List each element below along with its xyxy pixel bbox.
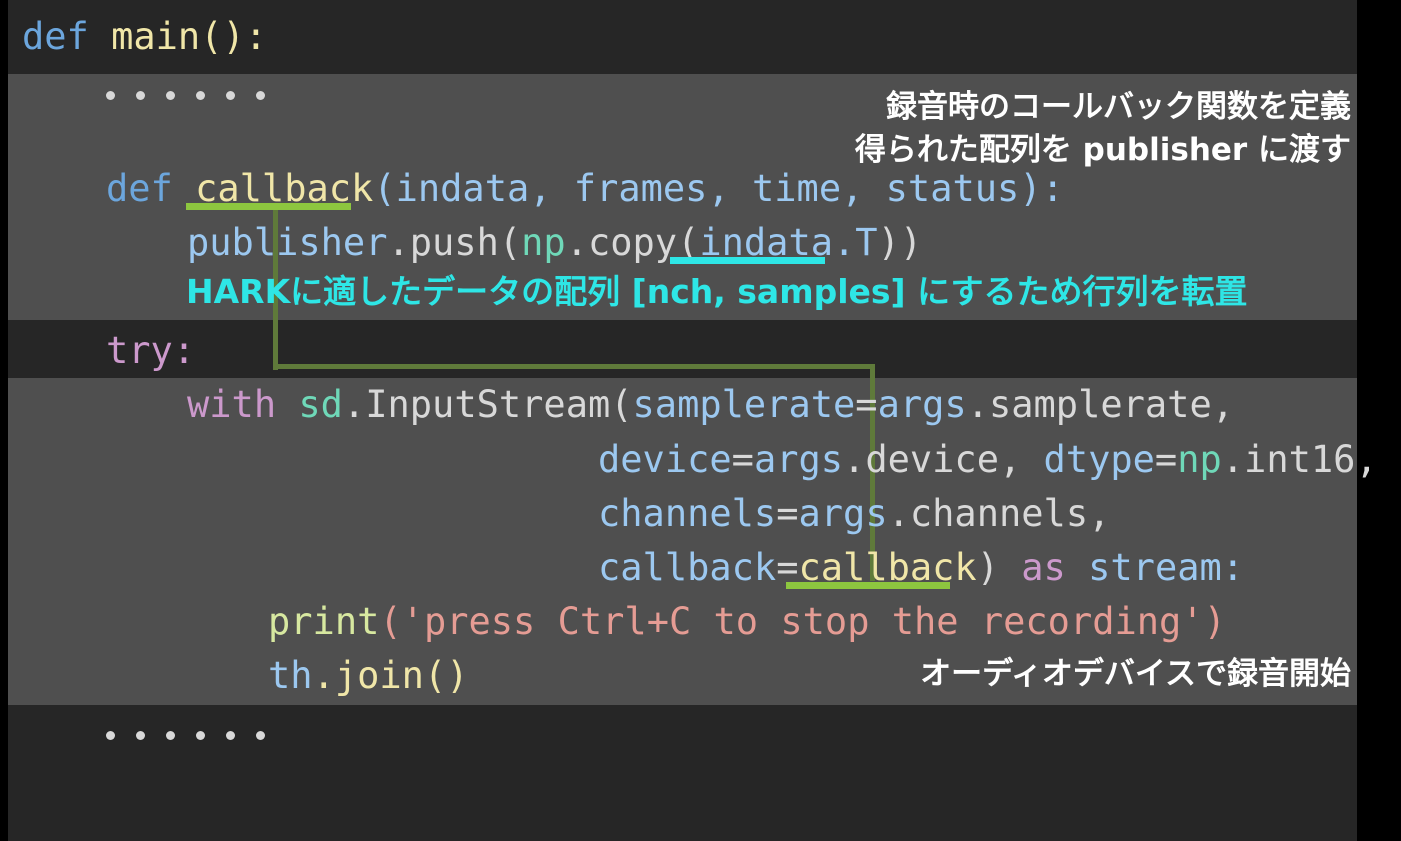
dot: [196, 91, 205, 100]
dot: [166, 731, 175, 740]
ellipsis-top: [106, 91, 265, 100]
annotation-callback-definition-line1: 録音時のコールバック関数を定義: [886, 88, 1351, 126]
kwarg-channels: channels: [598, 492, 776, 535]
underline-indata-transpose: [670, 257, 825, 264]
closing-parens: )): [878, 221, 923, 264]
keyword-with: with: [187, 383, 276, 426]
dot: [136, 91, 145, 100]
underline-callback-definition: [186, 203, 351, 210]
underline-callback-reference: [786, 582, 950, 589]
string-literal: 'press Ctrl+C to stop the recording': [402, 600, 1204, 643]
code-line-th-join: th.join(): [268, 657, 469, 694]
kwarg-callback: callback: [598, 546, 776, 589]
closing-paren: ): [977, 546, 1022, 589]
kwarg-dtype: dtype: [1044, 438, 1155, 481]
code-line-def-main: def main():: [22, 18, 267, 55]
kwarg-device: device: [598, 438, 732, 481]
attr-samplerate: .samplerate,: [967, 383, 1234, 426]
keyword-def: def: [106, 167, 173, 210]
module-np: np: [521, 221, 566, 264]
annotation-callback-definition-line2: 得られた配列を publisher に渡す: [855, 131, 1351, 169]
module-np: np: [1177, 438, 1222, 481]
equals: =: [776, 492, 798, 535]
dot: [166, 91, 175, 100]
value-args: args: [754, 438, 843, 481]
attr-device: .device,: [843, 438, 1043, 481]
code-line-device-dtype: device=args.device, dtype=np.int16,: [598, 441, 1378, 478]
dot: [256, 731, 265, 740]
kwarg-samplerate: samplerate: [633, 383, 856, 426]
value-args: args: [878, 383, 967, 426]
code-line-with-inputstream: with sd.InputStream(samplerate=args.samp…: [187, 386, 1234, 423]
annotation-transpose: HARKに適したデータの配列 [nch, samples] にするため行列を転置: [186, 273, 1247, 311]
dot: [136, 731, 145, 740]
code-line-channels: channels=args.channels,: [598, 495, 1110, 532]
code-line-print: print('press Ctrl+C to stop the recordin…: [268, 603, 1226, 640]
attr-channels: .channels,: [888, 492, 1111, 535]
ellipsis-bottom: [106, 731, 265, 740]
code-slide: def main(): def callback(indata, frames,…: [0, 0, 1401, 841]
object-publisher: publisher: [187, 221, 387, 264]
dot: [226, 91, 235, 100]
dot: [106, 731, 115, 740]
function-name-main: main():: [89, 15, 267, 58]
annotation-recording-start: オーディオデバイスで録音開始: [920, 655, 1351, 693]
equals: =: [855, 383, 877, 426]
method-push: .push(: [387, 221, 521, 264]
module-sd: sd: [276, 383, 343, 426]
code-panel-try: [8, 320, 1357, 378]
keyword-as: as: [1021, 546, 1066, 589]
connector-horizontal: [273, 364, 875, 369]
equals: =: [1155, 438, 1177, 481]
code-line-def-callback: def callback(indata, frames, time, statu…: [106, 170, 1064, 207]
value-args: args: [799, 492, 888, 535]
class-inputstream: .InputStream(: [343, 383, 633, 426]
attr-int16: .int16,: [1222, 438, 1378, 481]
method-join: .join(): [313, 654, 469, 697]
dot: [226, 731, 235, 740]
equals: =: [732, 438, 754, 481]
open-paren: (: [379, 600, 401, 643]
code-panel-bottom: [8, 705, 1357, 841]
builtin-print: print: [268, 600, 379, 643]
code-line-callback-kwarg: callback=callback) as stream:: [598, 549, 1244, 586]
dot: [196, 731, 205, 740]
callback-parameters: (indata, frames, time, status):: [373, 167, 1064, 210]
dot: [106, 91, 115, 100]
dot: [256, 91, 265, 100]
object-th: th: [268, 654, 313, 697]
code-line-publisher-push: publisher.push(np.copy(indata.T)): [187, 224, 922, 261]
code-line-try: try:: [106, 332, 195, 369]
close-paren: ): [1204, 600, 1226, 643]
keyword-def: def: [22, 15, 89, 58]
name-stream: stream:: [1066, 546, 1244, 589]
